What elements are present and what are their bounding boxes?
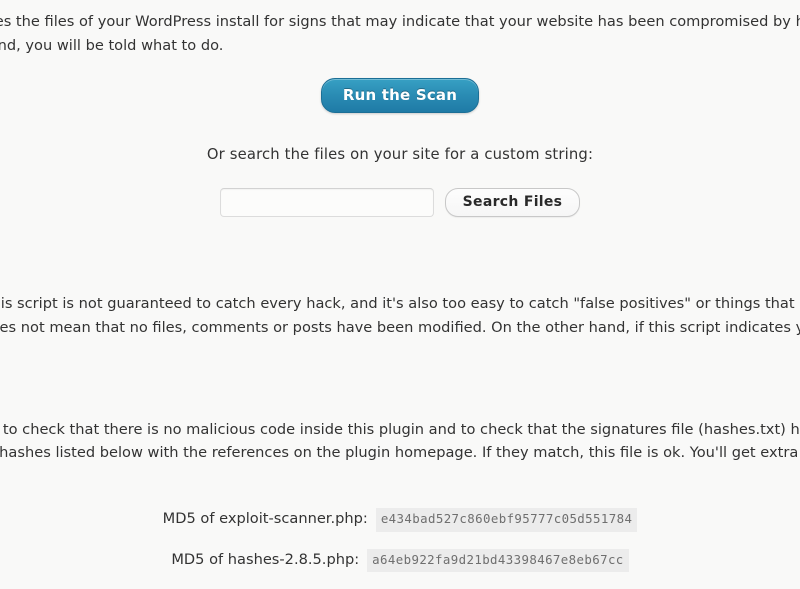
md5-value: a64eb922fa9d21bd43398467e8eb67cc — [367, 548, 629, 573]
intro-line-1: This plugin searches the files of your W… — [0, 13, 800, 30]
search-files-button[interactable]: Search Files — [444, 188, 581, 218]
md5-label: MD5 of hashes-2.8.5.php: — [171, 550, 360, 568]
run-the-scan-button[interactable]: Run the Scan — [320, 78, 480, 114]
search-input[interactable] — [219, 188, 434, 218]
md5-hash-list: MD5 of exploit-scanner.php: e434bad527c8… — [0, 508, 800, 573]
integrity-line-1: You may also want to check that there is… — [0, 420, 800, 438]
md5-row: MD5 of hashes-2.8.5.php: a64eb922fa9d21b… — [0, 548, 800, 573]
search-prompt-label: Or search the files on your site for a c… — [206, 146, 594, 164]
plugin-page: This plugin searches the files of your W… — [0, 0, 800, 589]
md5-row: MD5 of exploit-scanner.php: e434bad527c8… — [0, 508, 800, 532]
intro-paragraph: This plugin searches the files of your W… — [0, 0, 800, 57]
disclaimer-line-2: get no results it does not mean that no … — [0, 319, 800, 337]
integrity-paragraph: You may also want to check that there is… — [0, 418, 800, 465]
integrity-line-2: Compare the MD5 hashes listed below with… — [0, 444, 800, 462]
intro-line-2: If something is found, you will be told … — [0, 36, 224, 54]
md5-label: MD5 of exploit-scanner.php: — [162, 510, 368, 528]
disclaimer-line-1: Please note that this script is not guar… — [0, 295, 800, 313]
search-row: Search Files — [0, 188, 800, 218]
disclaimer-paragraph: Please note that this script is not guar… — [0, 292, 800, 339]
scan-button-row: Run the Scan — [0, 78, 800, 114]
md5-value: e434bad527c860ebf95777c05d551784 — [375, 508, 638, 532]
